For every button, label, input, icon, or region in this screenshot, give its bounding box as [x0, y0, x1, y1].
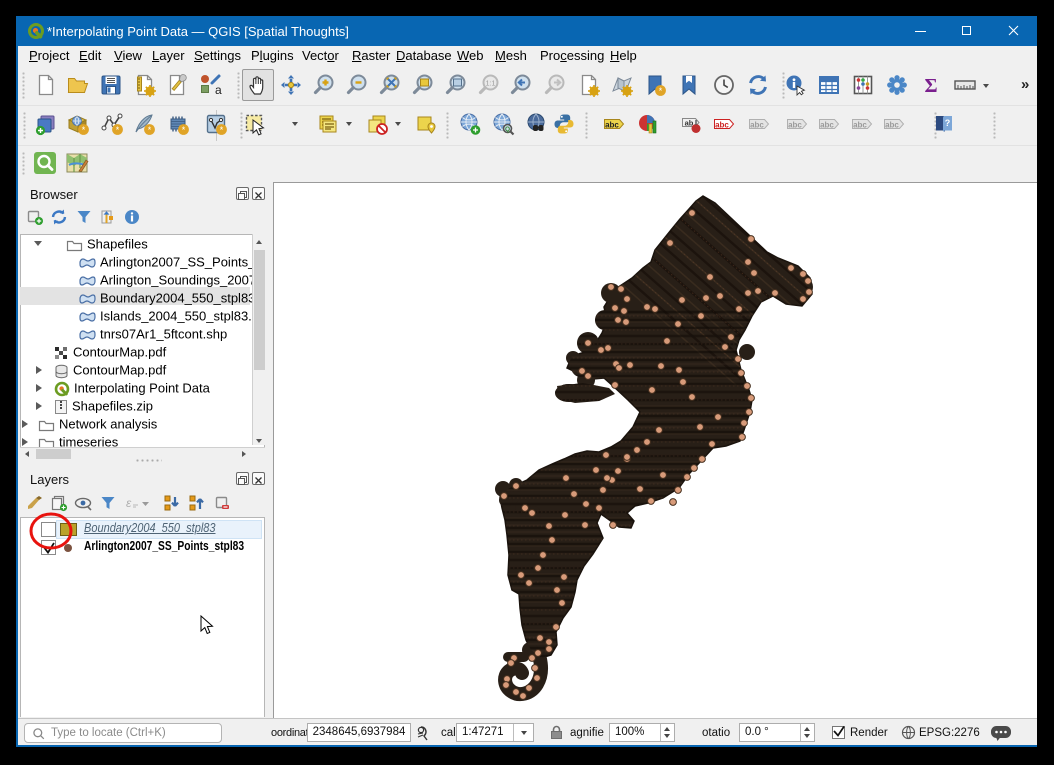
svg-text:abc: abc	[750, 121, 764, 130]
svg-text:*: *	[659, 86, 663, 96]
svg-text:*: *	[116, 125, 120, 135]
svg-text:1:1: 1:1	[486, 81, 496, 88]
svg-text:abc: abc	[885, 121, 899, 130]
svg-text:*: *	[182, 125, 186, 135]
svg-text:?: ?	[945, 118, 951, 128]
svg-text:abc: abc	[820, 121, 834, 130]
svg-text:a: a	[215, 83, 222, 97]
svg-text:*: *	[220, 125, 224, 135]
svg-text:abc: abc	[788, 121, 802, 130]
svg-text:*: *	[148, 125, 152, 135]
svg-text:Q: Q	[505, 126, 510, 133]
svg-text:*: *	[82, 125, 86, 135]
svg-text:abc: abc	[605, 121, 619, 130]
svg-text:Σ: Σ	[924, 75, 937, 97]
svg-text:ε: ε	[126, 496, 132, 510]
svg-text:abc: abc	[853, 121, 867, 130]
svg-text:abc: abc	[715, 121, 729, 130]
